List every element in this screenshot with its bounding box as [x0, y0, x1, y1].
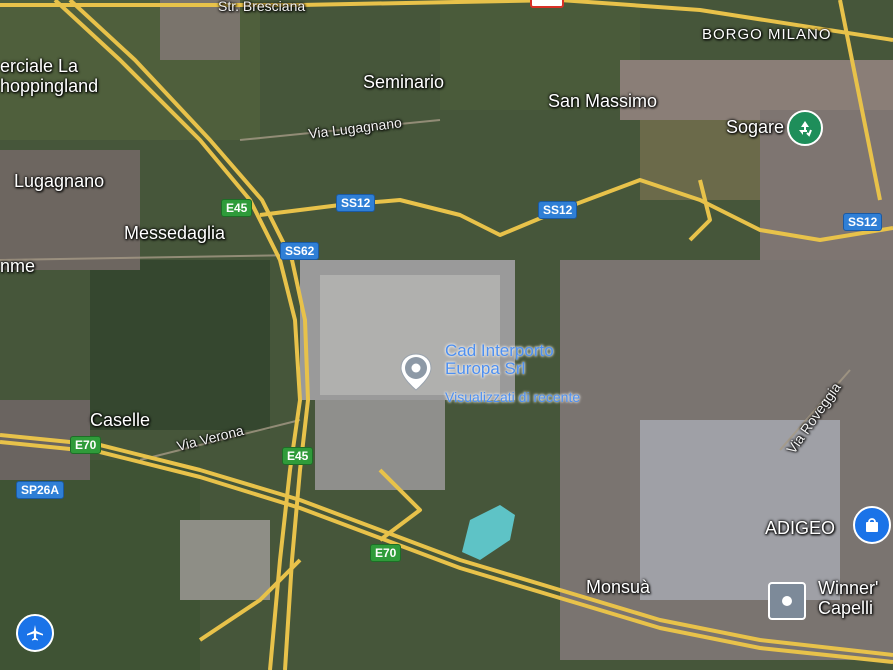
place-label-sogare[interactable]: Sogare	[726, 117, 784, 138]
shopping-bag-icon[interactable]	[853, 506, 891, 544]
shield-ss62: SS62	[280, 242, 320, 260]
place-label-borgo-milano: BORGO MILANO	[702, 26, 832, 43]
place-label-winners-line2[interactable]: Capelli	[818, 598, 873, 619]
place-label-lugagnano: Lugagnano	[14, 171, 105, 191]
place-label-seminario: Seminario	[363, 72, 445, 92]
place-label-san-massimo: San Massimo	[548, 91, 658, 111]
place-label-shoppingland-line2[interactable]: hoppingland	[0, 76, 98, 97]
shield-e70-center: E70	[370, 544, 402, 562]
shield-ss12-center: SS12	[538, 201, 578, 219]
place-label-shoppingland-line1[interactable]: erciale La	[0, 56, 78, 77]
shield-e70-west: E70	[70, 436, 102, 454]
selected-poi-subtitle: Visualizzati di recente	[445, 389, 581, 405]
place-label-caselle: Caselle	[90, 410, 151, 430]
shield-e45-south: E45	[282, 447, 314, 465]
selected-poi-name[interactable]: Cad Interporto Europa Srl	[445, 342, 554, 378]
place-label-messedaglia: Messedaglia	[124, 223, 226, 243]
place-label-winners-line1[interactable]: Winner'	[818, 578, 878, 599]
selected-poi-name-line2[interactable]: Europa Srl	[445, 360, 554, 378]
shield-ss12-east: SS12	[843, 213, 883, 231]
recycling-icon[interactable]	[787, 110, 823, 146]
satellite-map[interactable]	[0, 0, 893, 670]
shield-sp26a: SP26A	[16, 481, 65, 499]
place-label-left-edge: nme	[0, 256, 36, 276]
barber-shop-icon[interactable]	[768, 582, 806, 620]
place-label-adigeo[interactable]: ADIGEO	[765, 518, 835, 539]
shield-e45-north: E45	[221, 199, 253, 217]
map-marker-top-edge[interactable]	[530, 0, 564, 8]
shield-ss12-west: SS12	[336, 194, 376, 212]
selected-poi-name-line1[interactable]: Cad Interporto	[445, 342, 554, 360]
map-pin-icon[interactable]	[398, 352, 434, 392]
road-label-str-bresciana: Str. Bresciana	[218, 0, 306, 14]
airplane-icon[interactable]	[16, 614, 54, 652]
place-label-monsua: Monsuà	[586, 577, 651, 597]
